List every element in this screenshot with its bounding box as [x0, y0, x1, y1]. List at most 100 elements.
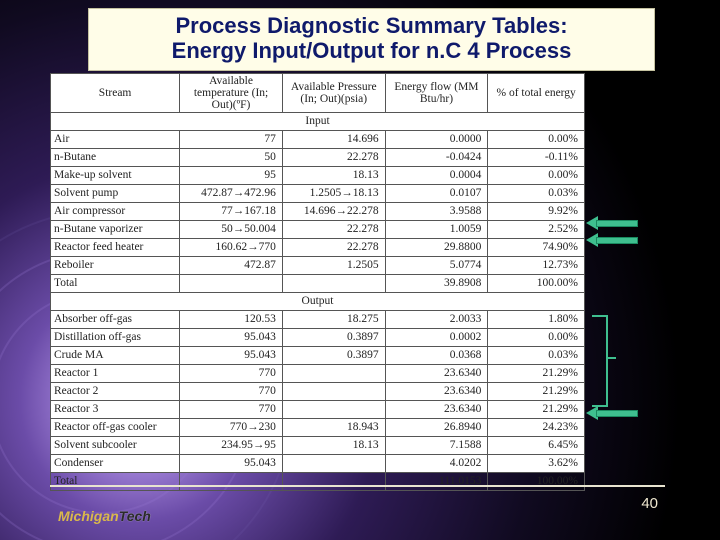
- press-cell: 1.2505→18.13: [282, 185, 385, 203]
- table-row: Solvent subcooler234.95→9518.137.15886.4…: [51, 437, 585, 455]
- table-row: Distillation off-gas95.0430.38970.00020.…: [51, 329, 585, 347]
- temp-cell: [180, 275, 283, 293]
- press-cell: 0.3897: [282, 347, 385, 365]
- temp-cell: 770: [180, 365, 283, 383]
- temp-cell: 160.62→770: [180, 239, 283, 257]
- pct-cell: 100.00%: [488, 275, 585, 293]
- section-label: Input: [51, 113, 585, 131]
- stream-cell: n-Butane vaporizer: [51, 221, 180, 239]
- stream-cell: Reactor off-gas cooler: [51, 419, 180, 437]
- arrow-reactor-feed-heater: [586, 218, 638, 227]
- table-row: Air7714.6960.00000.00%: [51, 131, 585, 149]
- col-stream: Stream: [51, 74, 180, 113]
- press-cell: 18.13: [282, 437, 385, 455]
- press-cell: [282, 383, 385, 401]
- pct-cell: 21.29%: [488, 383, 585, 401]
- data-table-wrap: Stream Available temperature (In; Out)(º…: [50, 73, 585, 473]
- temp-cell: 50: [180, 149, 283, 167]
- energy-cell: 111.0153: [385, 473, 488, 491]
- table-row: Reactor 177023.634021.29%: [51, 365, 585, 383]
- pct-cell: 0.00%: [488, 167, 585, 185]
- energy-cell: 7.1588: [385, 437, 488, 455]
- table-row: Make-up solvent9518.130.00040.00%: [51, 167, 585, 185]
- energy-cell: 5.0774: [385, 257, 488, 275]
- table-row: Crude MA95.0430.38970.03680.03%: [51, 347, 585, 365]
- stream-cell: Air: [51, 131, 180, 149]
- table-row: Reactor 377023.634021.29%: [51, 401, 585, 419]
- temp-cell: 77: [180, 131, 283, 149]
- temp-cell: 95.043: [180, 347, 283, 365]
- table-row: Reboiler472.871.25055.077412.73%: [51, 257, 585, 275]
- temp-cell: 770: [180, 401, 283, 419]
- stream-cell: Absorber off-gas: [51, 311, 180, 329]
- stream-cell: Make-up solvent: [51, 167, 180, 185]
- energy-cell: 3.9588: [385, 203, 488, 221]
- pct-cell: 0.03%: [488, 347, 585, 365]
- pct-cell: 21.29%: [488, 401, 585, 419]
- press-cell: [282, 401, 385, 419]
- press-cell: 18.275: [282, 311, 385, 329]
- col-eflow: Energy flow (MM Btu/hr): [385, 74, 488, 113]
- col-temp: Available temperature (In; Out)(ºF): [180, 74, 283, 113]
- pct-cell: 6.45%: [488, 437, 585, 455]
- logo-part2: Tech: [119, 508, 151, 524]
- pct-cell: 74.90%: [488, 239, 585, 257]
- temp-cell: 120.53: [180, 311, 283, 329]
- stream-cell: Condenser: [51, 455, 180, 473]
- stream-cell: Reactor 3: [51, 401, 180, 419]
- pct-cell: 1.80%: [488, 311, 585, 329]
- table-row: Total 39.8908100.00%: [51, 275, 585, 293]
- table-row: Condenser95.0434.02023.62%: [51, 455, 585, 473]
- energy-cell: 0.0002: [385, 329, 488, 347]
- temp-cell: 770: [180, 383, 283, 401]
- press-cell: 22.278: [282, 239, 385, 257]
- energy-cell: 1.0059: [385, 221, 488, 239]
- energy-cell: 2.0033: [385, 311, 488, 329]
- stream-cell: Solvent subcooler: [51, 437, 180, 455]
- table-row: Solvent pump472.87→472.961.2505→18.130.0…: [51, 185, 585, 203]
- press-cell: [282, 275, 385, 293]
- stream-cell: Distillation off-gas: [51, 329, 180, 347]
- press-cell: 0.3897: [282, 329, 385, 347]
- energy-cell: 29.8800: [385, 239, 488, 257]
- stream-cell: Total: [51, 473, 180, 491]
- section-row: Output: [51, 293, 585, 311]
- arrow-bar: [596, 237, 638, 244]
- energy-cell: 0.0004: [385, 167, 488, 185]
- energy-cell: 39.8908: [385, 275, 488, 293]
- temp-cell: 472.87: [180, 257, 283, 275]
- pct-cell: 24.23%: [488, 419, 585, 437]
- press-cell: [282, 365, 385, 383]
- energy-cell: 4.0202: [385, 455, 488, 473]
- stream-cell: Crude MA: [51, 347, 180, 365]
- table-row: n-Butane vaporizer50→50.00422.2781.00592…: [51, 221, 585, 239]
- stream-cell: Solvent pump: [51, 185, 180, 203]
- temp-cell: 472.87→472.96: [180, 185, 283, 203]
- footer-divider: [50, 485, 665, 487]
- stream-cell: Reboiler: [51, 257, 180, 275]
- arrow-bar: [596, 410, 638, 417]
- section-row: Input: [51, 113, 585, 131]
- table-row: Reactor feed heater160.62→77022.27829.88…: [51, 239, 585, 257]
- arrow-bar: [596, 220, 638, 227]
- stream-cell: Total: [51, 275, 180, 293]
- stream-cell: Air compressor: [51, 203, 180, 221]
- arrow-reboiler: [586, 235, 638, 244]
- press-cell: 22.278: [282, 149, 385, 167]
- temp-cell: 50→50.004: [180, 221, 283, 239]
- energy-cell: 26.8940: [385, 419, 488, 437]
- slide: Process Diagnostic Summary Tables: Energ…: [0, 0, 720, 540]
- slide-number: 40: [641, 495, 658, 512]
- press-cell: 18.943: [282, 419, 385, 437]
- pct-cell: 3.62%: [488, 455, 585, 473]
- temp-cell: [180, 473, 283, 491]
- table-body: InputAir7714.6960.00000.00%n-Butane5022.…: [51, 113, 585, 491]
- table-row: Air compressor77→167.1814.696→22.2783.95…: [51, 203, 585, 221]
- energy-cell: 0.0000: [385, 131, 488, 149]
- press-cell: [282, 455, 385, 473]
- energy-cell: -0.0424: [385, 149, 488, 167]
- logo-part1: Michigan: [58, 508, 119, 524]
- pct-cell: 2.52%: [488, 221, 585, 239]
- pct-cell: 9.92%: [488, 203, 585, 221]
- temp-cell: 234.95→95: [180, 437, 283, 455]
